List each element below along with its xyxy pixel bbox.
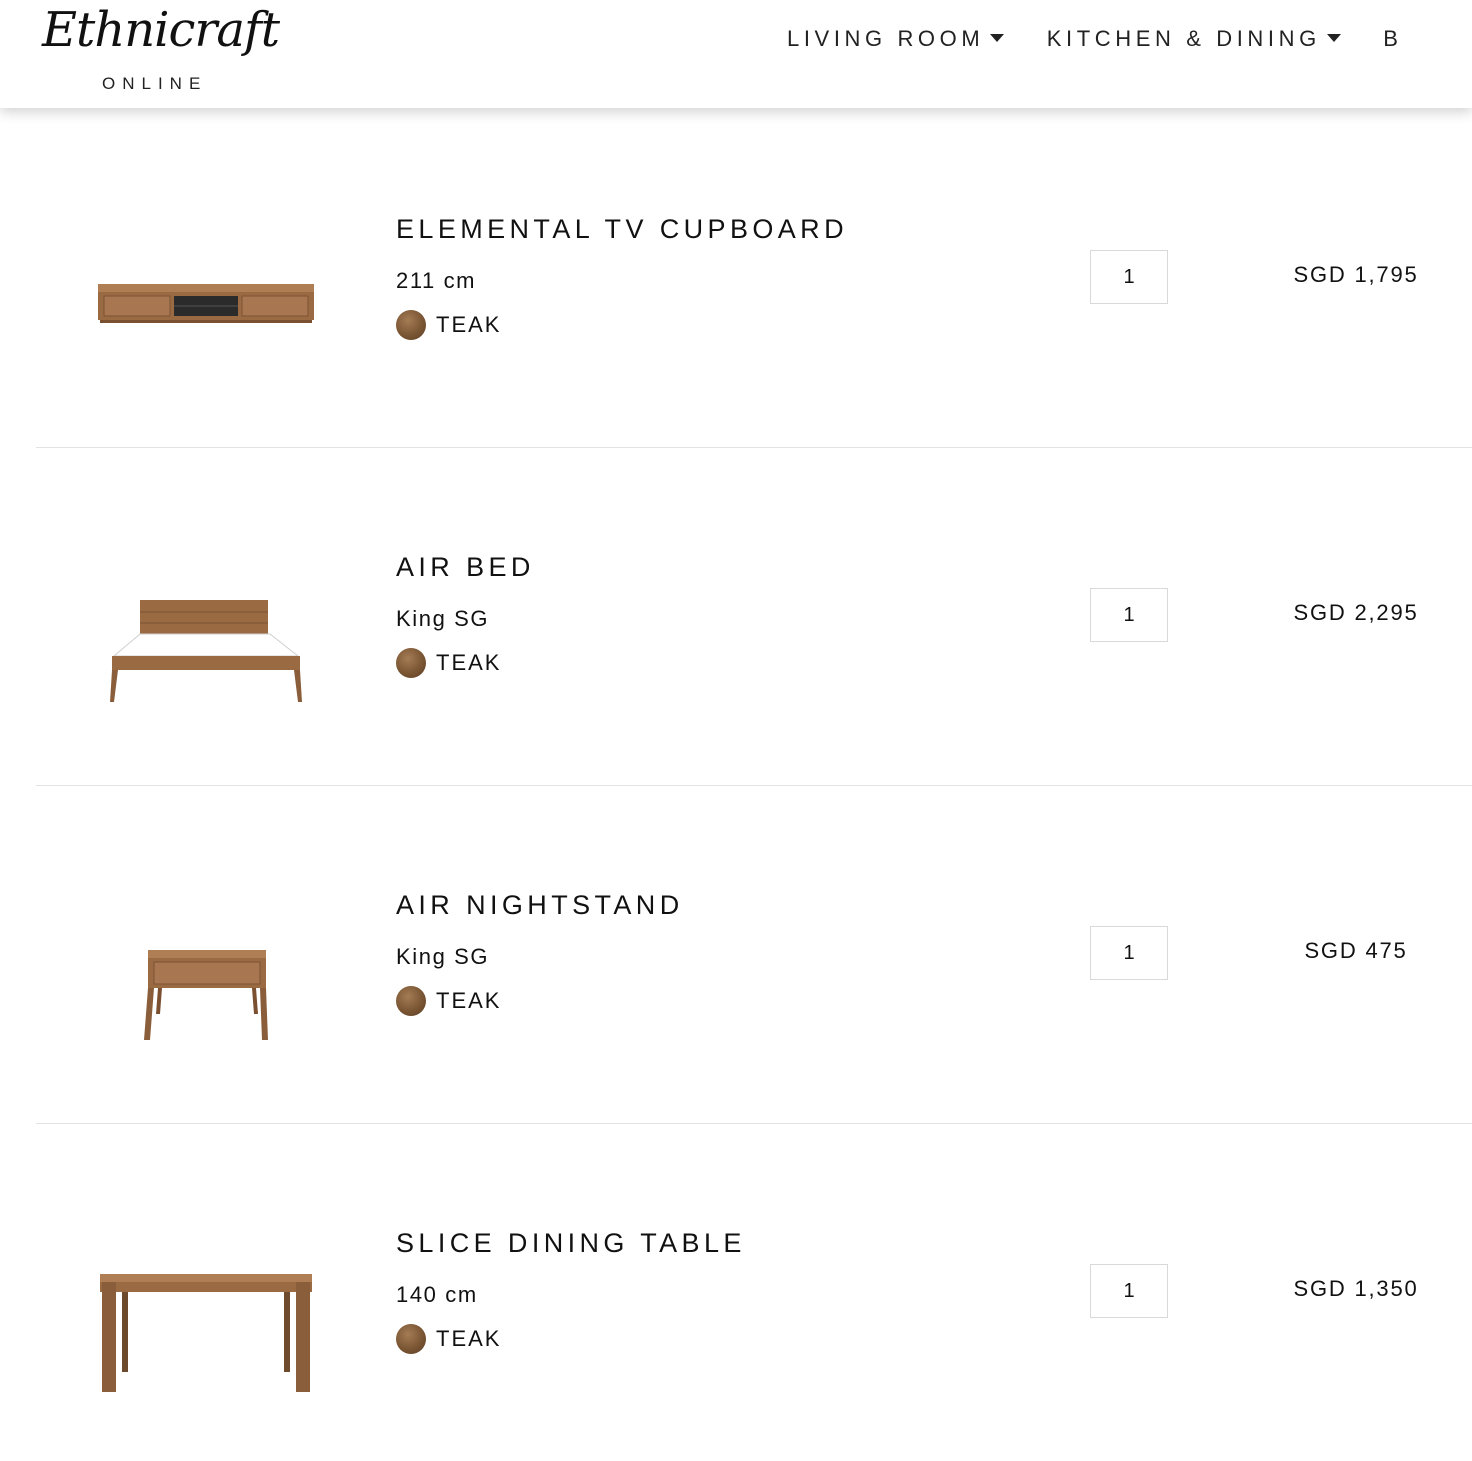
slice-dining-table-image[interactable] [56, 1184, 356, 1404]
nav-living-room[interactable]: LIVING ROOM [787, 26, 1005, 52]
product-size: King SG [396, 944, 490, 969]
air-bed-image[interactable] [56, 508, 356, 728]
nav-label: LIVING ROOM [787, 26, 985, 51]
nav-label: KITCHEN & DINING [1046, 26, 1321, 51]
finish-label: TEAK [436, 650, 502, 675]
product-name[interactable]: ELEMENTAL TV CUPBOARD [396, 214, 848, 245]
finish-label: TEAK [436, 312, 502, 337]
main-nav: LIVING ROOM KITCHEN & DINING B [787, 26, 1472, 56]
nav-label: B [1383, 26, 1403, 51]
product-size: 211 cm [396, 268, 477, 293]
caret-down-icon [990, 34, 1005, 43]
product-price: SGD 2,295 [1293, 600, 1419, 625]
nav-item-truncated[interactable]: B [1383, 26, 1402, 52]
teak-swatch-icon [396, 310, 426, 340]
product-finish: TEAK [396, 647, 501, 679]
product-name[interactable]: SLICE DINING TABLE [396, 1228, 746, 1259]
product-size: 140 cm [396, 1282, 478, 1307]
cart-list: ELEMENTAL TV CUPBOARD 211 cm TEAK SGD 1,… [36, 110, 1472, 1461]
product-price: SGD 1,350 [1293, 1276, 1419, 1301]
quantity-input[interactable] [1090, 926, 1168, 980]
quantity-input[interactable] [1090, 588, 1168, 642]
product-size: King SG [396, 606, 490, 631]
product-name[interactable]: AIR NIGHTSTAND [396, 890, 684, 921]
product-price: SGD 475 [1304, 938, 1408, 963]
product-price: SGD 1,795 [1293, 262, 1419, 287]
caret-down-icon [1326, 34, 1341, 43]
logo-wordmark: Ethnicraft [42, 2, 280, 58]
cart-item: AIR BED King SG TEAK SGD 2,295 [36, 448, 1472, 786]
air-nightstand-image[interactable] [56, 846, 356, 1066]
teak-swatch-icon [396, 648, 426, 678]
quantity-input[interactable] [1090, 1264, 1168, 1318]
tv-cupboard-image[interactable] [56, 170, 356, 390]
cart-item: SLICE DINING TABLE 140 cm TEAK SGD 1,350 [36, 1124, 1472, 1461]
nav-kitchen-dining[interactable]: KITCHEN & DINING [1047, 26, 1341, 52]
teak-swatch-icon [396, 986, 426, 1016]
ethnicraft-logo[interactable]: Ethnicraft ONLINE [40, 2, 280, 102]
cart-item: AIR NIGHTSTAND King SG TEAK SGD 475 [36, 786, 1472, 1124]
quantity-input[interactable] [1090, 250, 1168, 304]
product-finish: TEAK [396, 309, 501, 341]
finish-label: TEAK [436, 988, 502, 1013]
teak-swatch-icon [396, 1324, 426, 1354]
finish-label: TEAK [436, 1326, 502, 1351]
cart-item: ELEMENTAL TV CUPBOARD 211 cm TEAK SGD 1,… [36, 110, 1472, 448]
logo-subtitle: ONLINE [102, 74, 208, 93]
product-name[interactable]: AIR BED [396, 552, 535, 583]
site-header: Ethnicraft ONLINE LIVING ROOM KITCHEN & … [0, 0, 1472, 108]
product-finish: TEAK [396, 1323, 501, 1355]
product-finish: TEAK [396, 985, 501, 1017]
